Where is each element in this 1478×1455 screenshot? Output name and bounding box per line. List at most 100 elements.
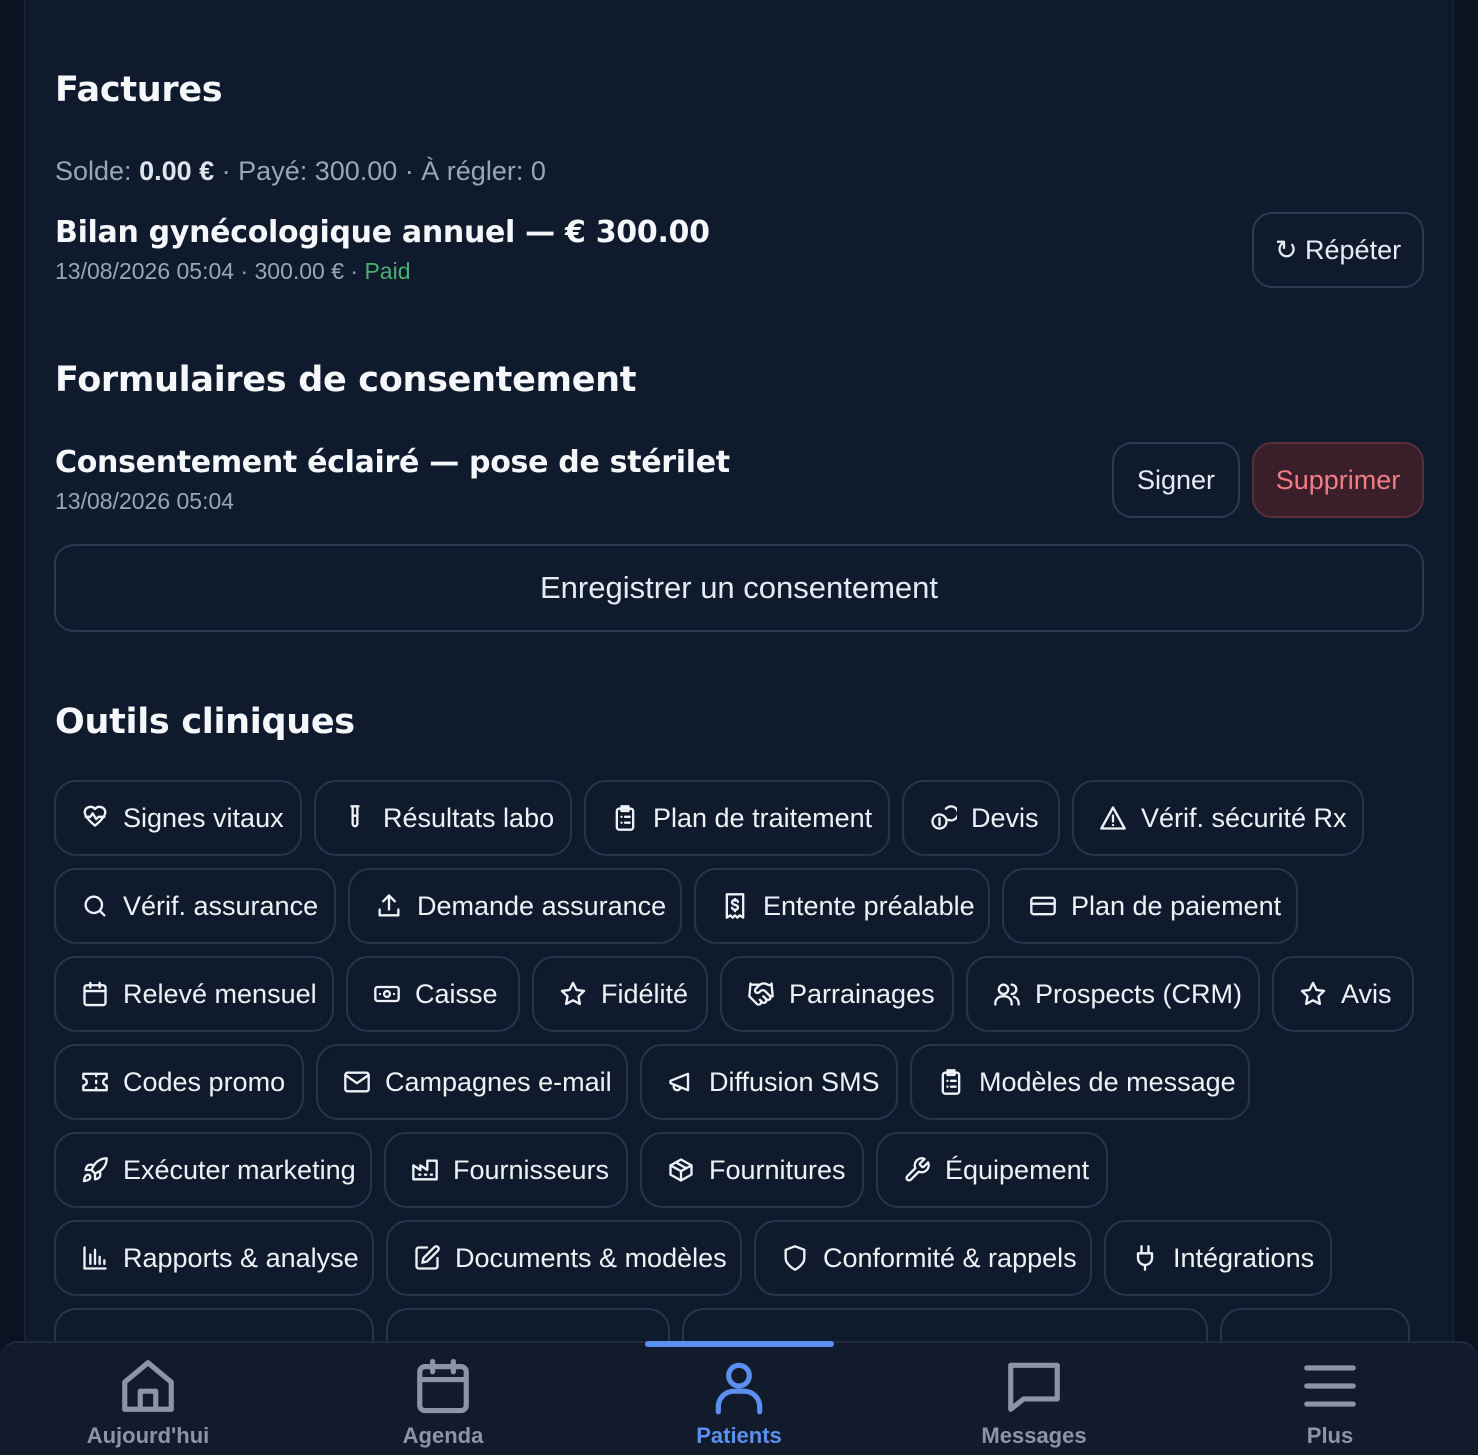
tool-chip-label: Campagnes e-mail xyxy=(385,1066,612,1097)
invoice-summary: Solde: 0.00 € · Payé: 300.00 · À régler:… xyxy=(55,156,546,187)
tool-chip-label: Plan de traitement xyxy=(653,802,873,833)
tool-chip-integrations[interactable]: Intégrations xyxy=(1104,1220,1332,1296)
bottom-nav: Aujourd'hui Agenda Patients Messages Plu… xyxy=(0,1341,1478,1455)
credit-card-icon xyxy=(1030,896,1056,916)
menu-icon xyxy=(1304,1365,1356,1407)
tool-chip-label: Fournisseurs xyxy=(453,1154,610,1185)
nav-label: Messages xyxy=(981,1423,1087,1448)
tool-chip-label: Prospects (CRM) xyxy=(1035,978,1243,1009)
rocket-icon xyxy=(82,1157,108,1183)
tool-chip-avis[interactable]: Avis xyxy=(1272,956,1414,1032)
tool-chip-diffusion-sms[interactable]: Diffusion SMS xyxy=(640,1044,898,1120)
plug-icon xyxy=(1136,1245,1154,1271)
tool-chip-prospects-crm[interactable]: Prospects (CRM) xyxy=(966,956,1260,1032)
balance-label: Solde: xyxy=(55,156,132,186)
tool-chip-label: Fournitures xyxy=(709,1154,846,1185)
tool-chip-releve-mensuel[interactable]: Relevé mensuel xyxy=(54,956,334,1032)
tool-chip-label: Intégrations xyxy=(1173,1242,1315,1273)
tool-chip-signes-vitaux[interactable]: Signes vitaux xyxy=(54,780,302,856)
tool-chip-modeles-de-message[interactable]: Modèles de message xyxy=(910,1044,1250,1120)
tool-chip-label: Documents & modèles xyxy=(455,1242,727,1273)
tool-chip-fournitures[interactable]: Fournitures xyxy=(640,1132,864,1208)
active-tab-indicator xyxy=(645,1341,834,1347)
user-icon xyxy=(715,1362,763,1415)
package-icon xyxy=(669,1158,693,1182)
tool-chip-rapports-analyse[interactable]: Rapports & analyse xyxy=(54,1220,374,1296)
upload-icon xyxy=(378,894,400,917)
invoice-meta: 13/08/2026 05:04 · 300.00 € · Paid xyxy=(55,258,411,285)
tool-chip-label: Résultats labo xyxy=(383,802,555,833)
banknote-icon xyxy=(374,985,400,1003)
tool-chip-verif-securite-rx[interactable]: Vérif. sécurité Rx xyxy=(1072,780,1364,856)
nav-patients[interactable]: Patients xyxy=(639,1343,839,1455)
tool-chip-label: Fidélité xyxy=(601,978,689,1009)
tool-chip-caisse[interactable]: Caisse xyxy=(346,956,520,1032)
tool-chip-label: Devis xyxy=(971,802,1039,833)
tool-chip-documents-modeles[interactable]: Documents & modèles xyxy=(386,1220,742,1296)
nav-label: Agenda xyxy=(402,1423,484,1448)
megaphone-icon xyxy=(669,1072,690,1092)
tool-chip-label: Relevé mensuel xyxy=(123,978,317,1009)
tool-chip-codes-promo[interactable]: Codes promo xyxy=(54,1044,304,1120)
tool-chip-label: Vérif. assurance xyxy=(123,890,319,921)
tool-chip-label: Plan de paiement xyxy=(1071,890,1282,921)
nav-more[interactable]: Plus xyxy=(1230,1343,1430,1455)
ticket-icon xyxy=(82,1072,108,1092)
tool-chip-label: Conformité & rappels xyxy=(823,1242,1077,1273)
star-icon xyxy=(560,981,586,1006)
tool-chip-fidelite[interactable]: Fidélité xyxy=(532,956,708,1032)
tools-heading: Outils cliniques xyxy=(55,702,355,742)
tool-chip-verif-assurance[interactable]: Vérif. assurance xyxy=(54,868,336,944)
alert-triangle-icon xyxy=(1100,806,1126,830)
users-icon xyxy=(994,983,1020,1006)
bar-chart-icon xyxy=(83,1246,107,1270)
calendar-icon xyxy=(417,1358,469,1414)
tool-chip-label: Vérif. sécurité Rx xyxy=(1141,802,1347,833)
tool-chip-fournisseurs[interactable]: Fournisseurs xyxy=(384,1132,628,1208)
handshake-icon xyxy=(748,982,774,1006)
tool-chip-conformite-rappels[interactable]: Conformité & rappels xyxy=(754,1220,1092,1296)
consent-date: 13/08/2026 05:04 xyxy=(55,488,235,514)
repeat-button[interactable]: ↻ Répéter xyxy=(1252,212,1424,288)
sign-button[interactable]: Signer xyxy=(1112,442,1240,518)
tool-chip-plan-de-traitement[interactable]: Plan de traitement xyxy=(584,780,890,856)
balance-value: 0.00 € xyxy=(139,156,215,186)
tool-chip-devis[interactable]: Devis xyxy=(902,780,1060,856)
shield-icon xyxy=(784,1245,806,1271)
nav-messages[interactable]: Messages xyxy=(934,1343,1134,1455)
factory-icon xyxy=(412,1159,438,1181)
consent-title: Consentement éclairé — pose de stérilet xyxy=(55,445,730,480)
tool-chip-entente-prealable[interactable]: Entente préalable xyxy=(694,868,990,944)
home-icon xyxy=(122,1360,174,1412)
nav-today[interactable]: Aujourd'hui xyxy=(48,1343,248,1455)
clipboard-list-icon xyxy=(941,1069,961,1095)
calendar-icon xyxy=(83,981,107,1007)
tool-chip-parrainages[interactable]: Parrainages xyxy=(720,956,954,1032)
tool-chip-label: Entente préalable xyxy=(763,890,975,921)
invoice-status: Paid xyxy=(364,258,411,284)
message-icon xyxy=(1008,1362,1060,1412)
nav-agenda[interactable]: Agenda xyxy=(343,1343,543,1455)
tool-chip-label: Parrainages xyxy=(789,978,935,1009)
tool-chip-label: Caisse xyxy=(415,978,498,1009)
tool-chip-equipement[interactable]: Équipement xyxy=(876,1132,1108,1208)
tool-chip-plan-de-paiement[interactable]: Plan de paiement xyxy=(1002,868,1298,944)
invoice-date-amount: 13/08/2026 05:04 · 300.00 € · xyxy=(55,258,359,284)
tool-chip-label: Signes vitaux xyxy=(123,802,284,833)
mail-icon xyxy=(344,1071,370,1093)
clipboard-list-icon xyxy=(615,805,635,831)
tool-chip-label: Rapports & analyse xyxy=(123,1242,359,1273)
test-tube-icon xyxy=(350,805,360,828)
search-icon xyxy=(84,895,106,917)
invoice-title: Bilan gynécologique annuel — € 300.00 xyxy=(55,215,710,250)
tool-chip-executer-marketing[interactable]: Exécuter marketing xyxy=(54,1132,372,1208)
nav-label: Plus xyxy=(1306,1423,1354,1448)
nav-label: Patients xyxy=(696,1423,782,1448)
tool-chip-resultats-labo[interactable]: Résultats labo xyxy=(314,780,572,856)
delete-button[interactable]: Supprimer xyxy=(1252,442,1424,518)
tool-chip-campagnes-e-mail[interactable]: Campagnes e-mail xyxy=(316,1044,628,1120)
record-consent-button[interactable]: Enregistrer un consentement xyxy=(54,544,1424,632)
tool-chip-demande-assurance[interactable]: Demande assurance xyxy=(348,868,682,944)
tool-chip-label: Modèles de message xyxy=(979,1066,1236,1097)
heart-pulse-icon xyxy=(83,805,107,827)
